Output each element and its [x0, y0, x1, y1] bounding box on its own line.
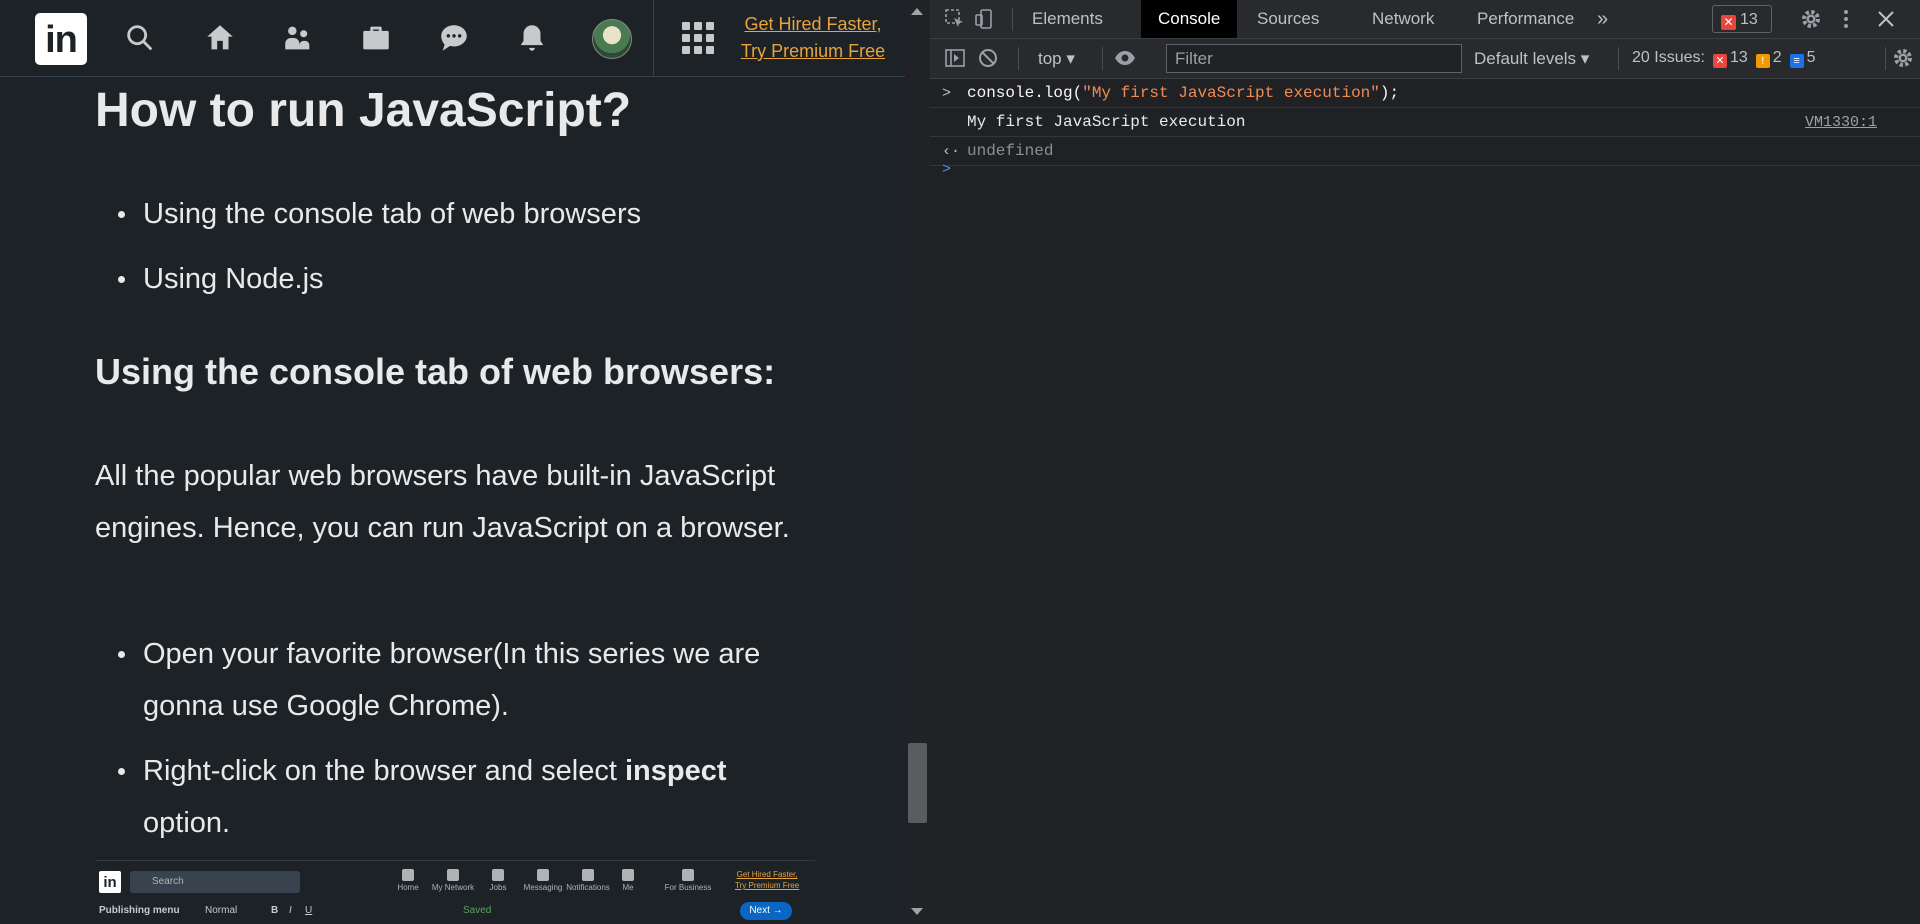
divider — [1018, 47, 1019, 70]
nav-divider — [653, 0, 654, 77]
mini-next-button: Next → — [740, 902, 792, 920]
search-icon[interactable] — [120, 18, 160, 58]
console-prompt-icon[interactable]: > — [942, 155, 951, 184]
console-log-line: My first JavaScript execution VM1330:1 — [930, 108, 1920, 137]
mini-nav-me: Me — [600, 869, 656, 892]
mini-nav-business: For Business — [660, 869, 716, 892]
live-expression-eye-icon[interactable] — [1114, 47, 1136, 69]
list-item: Using Node.js — [118, 253, 783, 305]
mini-linkedin-logo: in — [99, 871, 121, 893]
scroll-up-arrow-icon[interactable] — [911, 8, 923, 15]
source-link[interactable]: VM1330:1 — [1805, 108, 1877, 137]
filter-input[interactable] — [1166, 44, 1462, 73]
divider — [1102, 47, 1103, 70]
list-item: Open your favorite browser(In this serie… — [118, 628, 783, 732]
article-heading: How to run JavaScript? — [95, 84, 632, 137]
mini-style-select: Normal — [205, 905, 238, 916]
info-icon: ≡ — [1789, 54, 1804, 68]
list-item: Right-click on the browser and select in… — [118, 745, 783, 849]
context-select[interactable]: top ▾ — [1038, 47, 1075, 70]
warning-icon: ! — [1755, 54, 1770, 68]
list-item-text: Right-click on the browser and select — [143, 755, 625, 787]
premium-line-1: Get Hired Faster, — [744, 14, 882, 34]
show-sidebar-icon[interactable] — [944, 47, 966, 69]
devtools-panel: Elements Console Sources Network Perform… — [930, 0, 1920, 924]
tab-sources[interactable]: Sources — [1240, 0, 1336, 38]
mini-premium-link: Get Hired Faster, Try Premium Free — [735, 870, 800, 890]
jobs-icon[interactable] — [356, 18, 396, 58]
avatar[interactable] — [592, 19, 632, 59]
divider — [1885, 47, 1886, 70]
console-return-line: ‹· undefined — [930, 137, 1920, 166]
mini-italic: I — [289, 905, 292, 916]
input-prompt-icon: > — [942, 85, 952, 102]
bold-text: inspect — [624, 755, 727, 787]
devtools-tab-bar: Elements Console Sources Network Perform… — [930, 0, 1920, 39]
mini-bold: B — [271, 905, 279, 916]
console-log-text: My first JavaScript execution — [967, 113, 1246, 131]
scrollbar-thumb[interactable] — [908, 743, 927, 823]
error-icon: ✕ — [1712, 54, 1727, 68]
premium-link[interactable]: Get Hired Faster, Try Premium Free — [728, 11, 898, 65]
mini-publishing-menu: Publishing menu — [99, 905, 180, 916]
return-value: undefined — [967, 142, 1054, 160]
divider — [1012, 8, 1013, 31]
linkedin-top-nav: in Get Hired Faster, Try Premium Free — [0, 0, 905, 77]
console-command: console.log("My first JavaScript executi… — [967, 84, 1400, 102]
messaging-icon[interactable] — [434, 18, 474, 58]
console-input-line: > console.log("My first JavaScript execu… — [930, 79, 1920, 108]
embedded-screenshot: in Search Home My Network Jobs Messaging… — [95, 860, 815, 924]
list-item: Using the console tab of web browsers — [118, 188, 783, 240]
log-levels-select[interactable]: Default levels ▾ — [1474, 47, 1589, 70]
scroll-down-arrow-icon[interactable] — [911, 908, 923, 915]
console-settings-gear-icon[interactable] — [1892, 47, 1914, 69]
tab-elements[interactable]: Elements — [1015, 0, 1120, 38]
device-toolbar-icon[interactable] — [974, 8, 996, 30]
error-count-badge[interactable]: ✕ 13 — [1712, 5, 1772, 33]
settings-gear-icon[interactable] — [1800, 8, 1822, 30]
linkedin-article-pane: in Get Hired Faster, Try Premium Free Ho… — [0, 0, 905, 924]
close-icon[interactable] — [1875, 8, 1897, 30]
console-toolbar: top ▾ Default levels ▾ 20 Issues:✕13!2≡5 — [930, 39, 1920, 79]
issues-counter[interactable]: 20 Issues: ✕ 13! 2 ≡ 5 — [1618, 44, 1883, 73]
article-paragraph: All the popular web browsers have built-… — [95, 460, 790, 544]
linkedin-logo[interactable]: in — [35, 13, 87, 65]
home-icon[interactable] — [200, 18, 240, 58]
mini-search-input: Search — [130, 871, 300, 893]
console-output[interactable]: > console.log("My first JavaScript execu… — [930, 79, 1920, 924]
mini-underline: U — [305, 905, 313, 916]
tab-performance[interactable]: Performance — [1460, 0, 1591, 38]
more-options-icon[interactable] — [1835, 8, 1857, 30]
clear-console-icon[interactable] — [977, 47, 999, 69]
inspect-element-icon[interactable] — [944, 8, 966, 30]
page-scrollbar[interactable] — [905, 0, 930, 924]
tab-network[interactable]: Network — [1355, 0, 1451, 38]
article-subheading: Using the console tab of web browsers: — [95, 351, 776, 392]
tab-console[interactable]: Console — [1141, 0, 1238, 38]
premium-line-2: Try Premium Free — [740, 41, 886, 61]
error-icon: ✕ — [1721, 15, 1736, 30]
network-icon[interactable] — [278, 18, 318, 58]
list-item-suffix: option. — [143, 807, 231, 839]
grid-icon[interactable] — [682, 22, 714, 54]
mini-saved-status: Saved — [463, 905, 492, 916]
more-tabs-icon[interactable]: » — [1580, 0, 1625, 38]
notifications-icon[interactable] — [512, 18, 552, 58]
